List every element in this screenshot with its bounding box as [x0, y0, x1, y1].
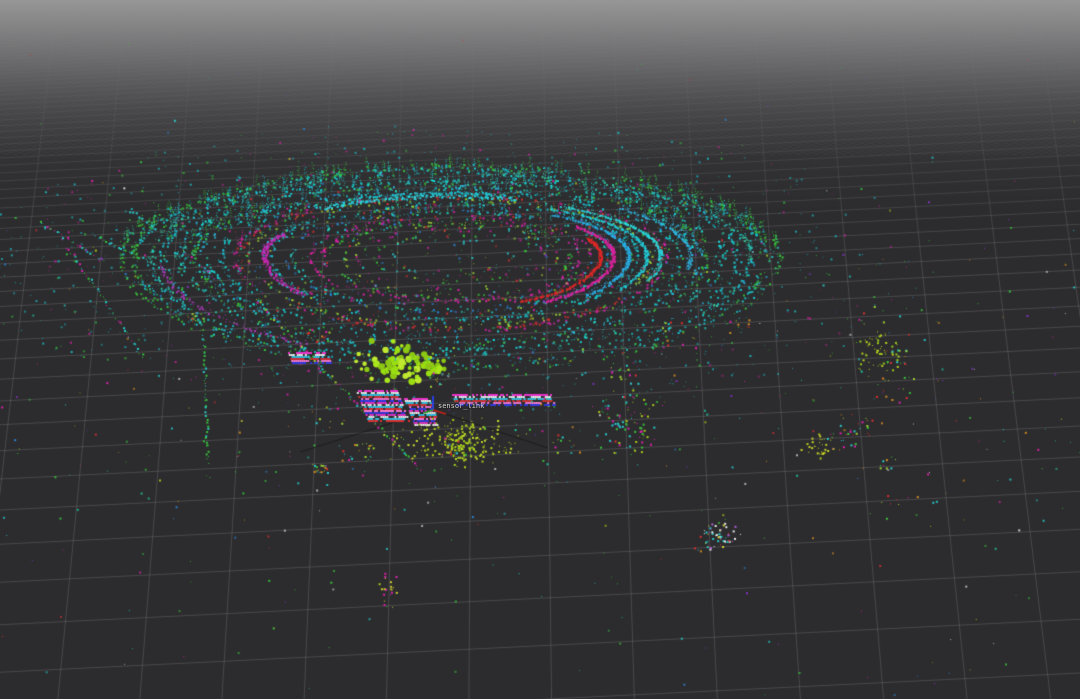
pointcloud-canvas[interactable]: [0, 0, 1080, 699]
viewport-3d[interactable]: sensor_link: [0, 0, 1080, 699]
